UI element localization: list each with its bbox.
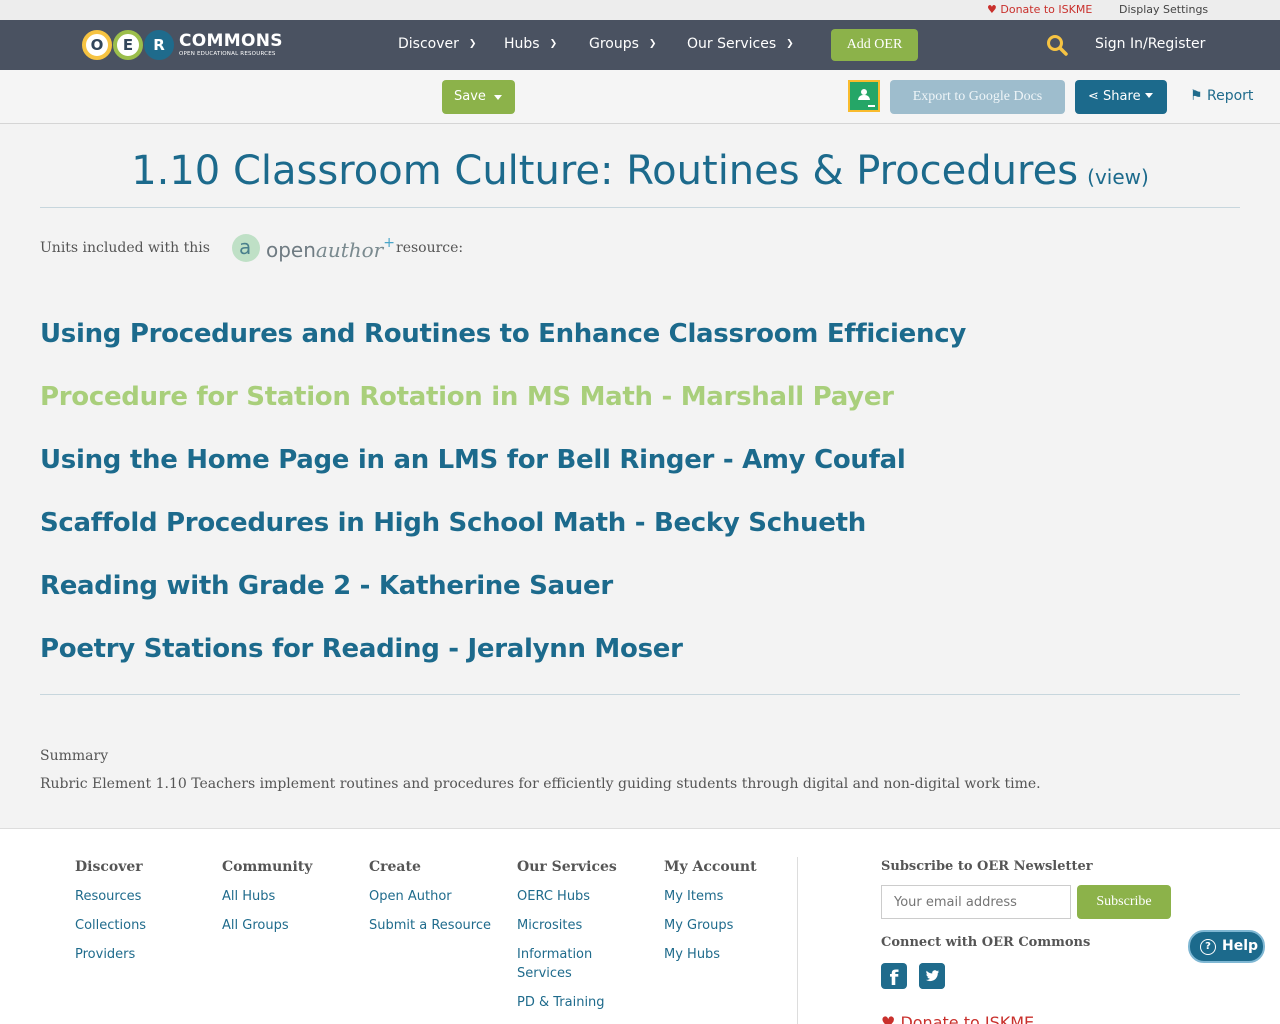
twitter-icon[interactable]	[919, 963, 945, 989]
newsletter-heading: Subscribe to OER Newsletter	[881, 859, 1093, 874]
footer-donate-link[interactable]: ♥ Donate to ISKME	[881, 1013, 1034, 1024]
report-link[interactable]: ⚑ Report	[1190, 88, 1253, 104]
footer: Discover Resources Collections Providers…	[0, 828, 1280, 1024]
nav-hubs[interactable]: Hubs ❯	[504, 36, 557, 52]
open-author-mark-icon	[232, 234, 260, 262]
footer-link-pd-training[interactable]: PD & Training	[517, 993, 617, 1012]
divider	[40, 694, 1240, 695]
view-link[interactable]: (view)	[1087, 165, 1149, 189]
heart-icon: ♥	[881, 1013, 896, 1024]
unit-link[interactable]: Using Procedures and Routines to Enhance…	[40, 319, 966, 349]
nav-discover[interactable]: Discover ❯	[398, 36, 476, 52]
question-icon: ?	[1200, 939, 1216, 955]
logo-letter-r: R	[144, 30, 174, 60]
footer-col-our-services: Our Services OERC Hubs Microsites Inform…	[517, 859, 617, 1012]
add-oer-button[interactable]: Add OER	[831, 29, 918, 61]
footer-link-my-items[interactable]: My Items	[664, 887, 757, 906]
footer-link-resources[interactable]: Resources	[75, 887, 146, 906]
nav-our-services[interactable]: Our Services ❯	[687, 36, 794, 52]
summary-text: Rubric Element 1.10 Teachers implement r…	[40, 776, 1041, 792]
facebook-icon[interactable]: f	[881, 963, 907, 990]
units-intro-suffix: resource:	[396, 240, 464, 256]
footer-link-providers[interactable]: Providers	[75, 945, 146, 964]
donate-link[interactable]: ♥ Donate to ISKME	[987, 3, 1092, 16]
open-author-logo: openauthor+	[232, 232, 395, 264]
action-bar: Save Export to Google Docs ⋖ Share ⚑ Rep…	[0, 70, 1280, 124]
google-classroom-icon[interactable]	[848, 80, 880, 112]
newsletter-email-input[interactable]	[881, 885, 1071, 919]
footer-link-my-hubs[interactable]: My Hubs	[664, 945, 757, 964]
chevron-down-icon: ❯	[549, 39, 558, 49]
chevron-down-icon: ❯	[468, 39, 477, 49]
divider	[40, 207, 1240, 208]
footer-link-open-author[interactable]: Open Author	[369, 887, 491, 906]
save-button[interactable]: Save	[442, 80, 515, 114]
caret-down-icon	[494, 95, 502, 100]
oer-commons-logo[interactable]: O E R COMMONS OPEN EDUCATIONAL RESOURCES	[82, 25, 283, 65]
footer-link-submit-resource[interactable]: Submit a Resource	[369, 916, 491, 935]
footer-col-create: Create Open Author Submit a Resource	[369, 859, 491, 935]
footer-col-my-account: My Account My Items My Groups My Hubs	[664, 859, 757, 964]
unit-link-active[interactable]: Procedure for Station Rotation in MS Mat…	[40, 382, 894, 412]
footer-link-all-groups[interactable]: All Groups	[222, 916, 312, 935]
footer-link-all-hubs[interactable]: All Hubs	[222, 887, 312, 906]
unit-link[interactable]: Reading with Grade 2 - Katherine Sauer	[40, 571, 613, 601]
chevron-down-icon: ❯	[648, 39, 657, 49]
footer-link-my-groups[interactable]: My Groups	[664, 916, 757, 935]
summary-heading: Summary	[40, 748, 109, 764]
page-title: 1.10 Classroom Culture: Routines & Proce…	[131, 148, 1149, 194]
footer-divider	[797, 857, 798, 1024]
footer-link-microsites[interactable]: Microsites	[517, 916, 617, 935]
share-button[interactable]: ⋖ Share	[1075, 80, 1167, 114]
connect-heading: Connect with OER Commons	[881, 935, 1091, 950]
logo-wordmark: COMMONS OPEN EDUCATIONAL RESOURCES	[179, 30, 283, 57]
main-navbar: O E R COMMONS OPEN EDUCATIONAL RESOURCES…	[0, 20, 1280, 70]
logo-letter-e: E	[113, 30, 143, 60]
unit-link[interactable]: Scaffold Procedures in High School Math …	[40, 508, 866, 538]
footer-link-information-services[interactable]: Information Services	[517, 945, 617, 983]
help-button[interactable]: ? Help	[1188, 930, 1265, 963]
display-settings-link[interactable]: Display Settings	[1119, 3, 1208, 16]
unit-link[interactable]: Using the Home Page in an LMS for Bell R…	[40, 445, 906, 475]
units-intro-label: Units included with this	[40, 240, 210, 256]
unit-link[interactable]: Poetry Stations for Reading - Jeralynn M…	[40, 634, 683, 664]
chevron-down-icon: ❯	[786, 39, 794, 49]
search-icon[interactable]	[1046, 34, 1068, 56]
utility-bar: ♥ Donate to ISKME Display Settings	[0, 0, 1280, 20]
footer-col-community: Community All Hubs All Groups	[222, 859, 313, 935]
sign-in-link[interactable]: Sign In/Register	[1095, 36, 1205, 52]
logo-letter-o: O	[82, 30, 112, 60]
footer-link-collections[interactable]: Collections	[75, 916, 146, 935]
subscribe-button[interactable]: Subscribe	[1077, 885, 1171, 919]
flag-icon: ⚑	[1190, 88, 1203, 104]
nav-groups[interactable]: Groups ❯	[589, 36, 656, 52]
footer-link-oerc-hubs[interactable]: OERC Hubs	[517, 887, 617, 906]
caret-down-icon	[1144, 93, 1153, 98]
share-icon: ⋖	[1088, 89, 1099, 104]
heart-icon: ♥	[987, 3, 997, 16]
export-google-docs-button[interactable]: Export to Google Docs	[890, 80, 1065, 114]
footer-col-discover: Discover Resources Collections Providers	[75, 859, 147, 964]
main-content: 1.10 Classroom Culture: Routines & Proce…	[20, 124, 1260, 828]
